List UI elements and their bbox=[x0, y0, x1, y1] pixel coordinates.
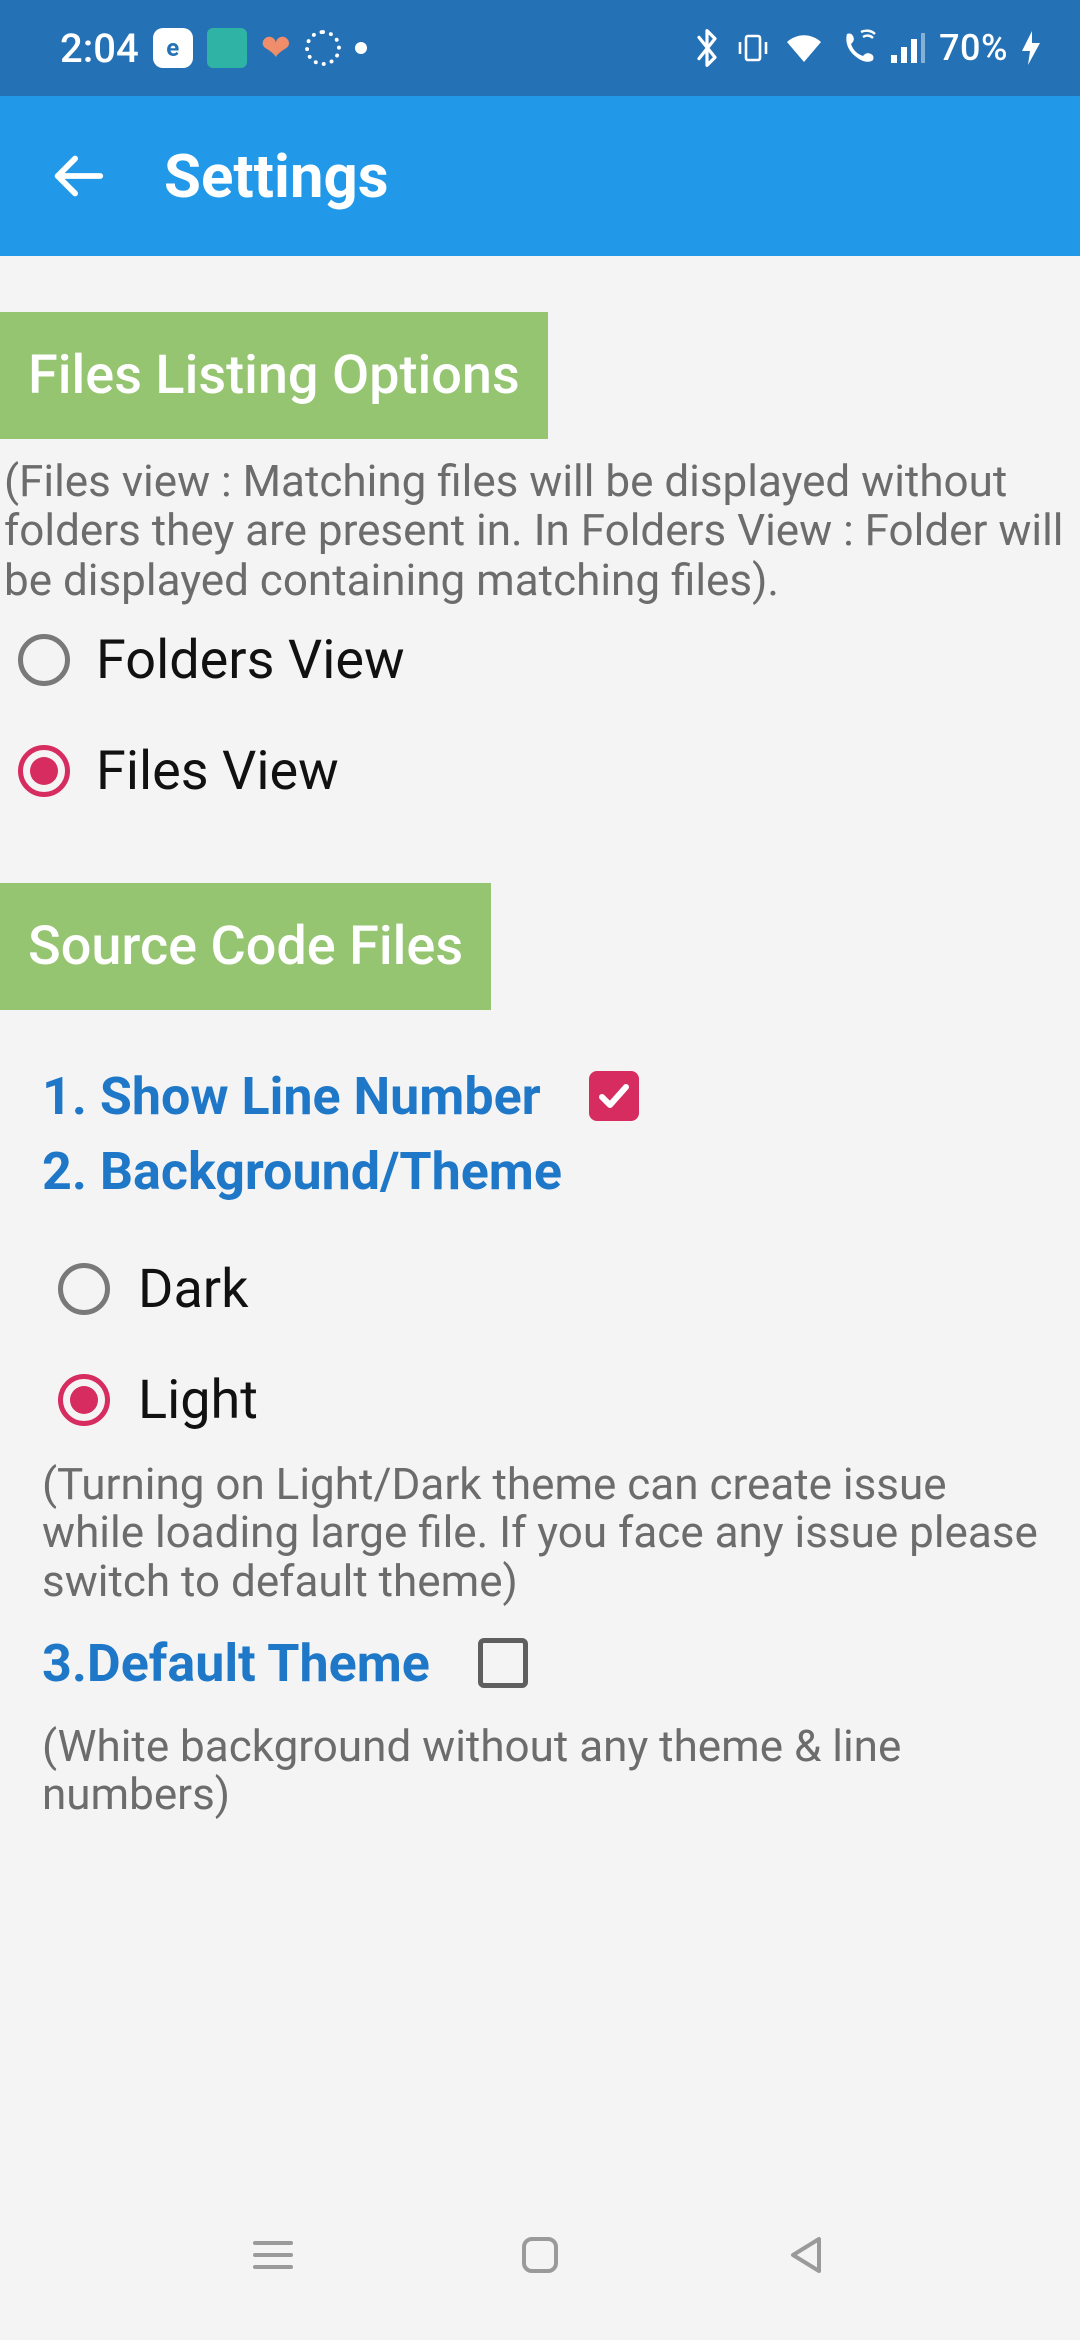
square-icon bbox=[518, 2233, 562, 2277]
notif-app-icon-2 bbox=[207, 28, 247, 68]
option-show-line-number[interactable]: 1. Show Line Number bbox=[42, 1066, 1038, 1127]
triangle-left-icon bbox=[785, 2233, 829, 2277]
radio-icon bbox=[18, 634, 70, 686]
status-bar: 2:04 e ❤ 70% bbox=[0, 0, 1080, 96]
radio-icon-selected bbox=[18, 745, 70, 797]
radio-label: Light bbox=[138, 1369, 258, 1432]
nav-back-button[interactable] bbox=[779, 2227, 835, 2283]
default-theme-note: (White background without any theme & li… bbox=[42, 1722, 1038, 1819]
page-title: Settings bbox=[164, 141, 389, 212]
signal-icon bbox=[889, 31, 927, 65]
wifi-icon bbox=[783, 30, 825, 66]
notif-ring-icon bbox=[305, 30, 341, 66]
content-area: Files Listing Options (Files view : Matc… bbox=[0, 256, 1080, 1819]
radio-light-theme[interactable]: Light bbox=[58, 1345, 1038, 1456]
option-title: 1. Show Line Number bbox=[42, 1066, 541, 1127]
radio-label: Folders View bbox=[96, 629, 405, 692]
nav-recent-button[interactable] bbox=[245, 2227, 301, 2283]
option-default-theme[interactable]: 3.Default Theme bbox=[42, 1633, 1038, 1694]
radio-icon bbox=[58, 1263, 110, 1315]
checkbox-unchecked-icon bbox=[478, 1638, 528, 1688]
radio-icon-selected bbox=[58, 1374, 110, 1426]
section-header-files-listing: Files Listing Options bbox=[0, 312, 548, 439]
section-header-source-code: Source Code Files bbox=[0, 883, 491, 1010]
option-title: 3.Default Theme bbox=[42, 1633, 430, 1694]
radio-dark-theme[interactable]: Dark bbox=[58, 1234, 1038, 1345]
option-background-theme-title: 2. Background/Theme bbox=[42, 1141, 1038, 1202]
notif-heart-icon: ❤ bbox=[261, 27, 291, 69]
vibrate-icon bbox=[735, 30, 771, 66]
radio-files-view[interactable]: Files View bbox=[0, 716, 1080, 827]
hamburger-icon bbox=[249, 2235, 297, 2275]
app-bar: Settings bbox=[0, 96, 1080, 256]
theme-warning-note: (Turning on Light/Dark theme can create … bbox=[42, 1460, 1038, 1605]
status-time: 2:04 bbox=[60, 25, 139, 72]
notif-app-icon-1: e bbox=[153, 28, 193, 68]
radio-label: Dark bbox=[138, 1258, 248, 1321]
arrow-left-icon bbox=[48, 145, 108, 207]
status-right: 70% bbox=[691, 27, 1042, 69]
checkbox-checked-icon bbox=[589, 1071, 639, 1121]
bluetooth-icon bbox=[691, 28, 723, 68]
wifi-calling-icon bbox=[837, 28, 877, 68]
radio-folders-view[interactable]: Folders View bbox=[0, 605, 1080, 716]
notif-more-dot bbox=[355, 42, 367, 54]
charging-icon bbox=[1020, 29, 1042, 67]
battery-percent: 70% bbox=[939, 27, 1008, 69]
system-nav-bar bbox=[0, 2190, 1080, 2340]
files-listing-description: (Files view : Matching files will be dis… bbox=[0, 439, 1080, 605]
status-left: 2:04 e ❤ bbox=[60, 25, 367, 72]
back-button[interactable] bbox=[48, 146, 108, 206]
nav-home-button[interactable] bbox=[512, 2227, 568, 2283]
radio-label: Files View bbox=[96, 740, 339, 803]
